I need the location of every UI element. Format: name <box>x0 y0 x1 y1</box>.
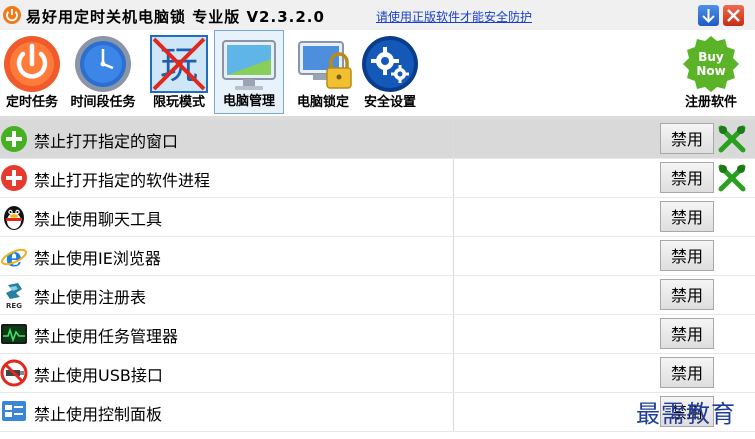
title-bar: 易好用定时关机电脑锁 专业版 V2.3.2.0 请使用正版软件才能安全防护 <box>0 0 755 30</box>
rule-text: 禁止使用IE浏览器 <box>34 249 161 268</box>
gear-icon <box>362 36 418 92</box>
add-icon <box>1 165 27 191</box>
list-item[interactable]: e 禁止使用IE浏览器 禁用 <box>0 237 755 276</box>
tools-delete-icon[interactable] <box>717 163 747 193</box>
rule-text: 禁止使用控制面板 <box>34 405 163 424</box>
list-item[interactable]: REG 禁止使用注册表 禁用 <box>0 276 755 315</box>
tab-label: 电脑管理 <box>222 94 275 109</box>
disable-button[interactable]: 禁用 <box>660 357 714 388</box>
disable-button[interactable]: 禁用 <box>660 318 714 349</box>
registry-icon: REG <box>6 283 22 309</box>
tab-security-settings[interactable]: 安全设置 <box>358 30 422 114</box>
minimize-button[interactable] <box>698 5 719 26</box>
tab-label: 注册软件 <box>684 95 737 110</box>
tab-period-task[interactable]: 时间段任务 <box>66 30 140 114</box>
rule-text: 禁止使用任务管理器 <box>34 327 179 346</box>
arrow-down-icon <box>702 9 715 23</box>
list-item[interactable]: 禁止使用聊天工具 禁用 <box>0 198 755 237</box>
list-item[interactable]: 禁止使用USB接口 禁用 <box>0 354 755 393</box>
tab-label: 时间段任务 <box>70 95 136 110</box>
disable-button[interactable]: 禁用 <box>660 162 714 193</box>
monitor-icon <box>222 40 276 90</box>
column-divider <box>453 276 454 314</box>
tools-delete-icon[interactable] <box>717 124 747 154</box>
no-play-icon: 玩 <box>150 35 208 93</box>
tab-label: 定时任务 <box>5 95 58 110</box>
control-panel-icon <box>2 401 26 421</box>
disable-button[interactable]: 禁用 <box>660 240 714 271</box>
ie-icon: e <box>1 243 27 270</box>
list-item[interactable]: 禁止打开指定的窗口 禁用 <box>0 120 755 159</box>
column-divider <box>453 354 454 392</box>
rule-text: 禁止打开指定的软件进程 <box>34 171 211 190</box>
tab-label: 限玩模式 <box>152 95 205 110</box>
svg-text:e: e <box>6 243 23 270</box>
list-item[interactable]: 禁止打开指定的软件进程 禁用 <box>0 159 755 198</box>
column-divider <box>453 120 454 158</box>
svg-text:REG: REG <box>6 302 22 309</box>
close-button[interactable] <box>723 5 744 26</box>
lock-computer-icon <box>298 41 352 89</box>
disable-button[interactable]: 禁用 <box>660 279 714 310</box>
column-divider <box>453 237 454 275</box>
add-icon <box>1 126 27 152</box>
column-divider <box>453 159 454 197</box>
task-manager-icon <box>1 324 27 344</box>
tab-label: 安全设置 <box>363 95 416 110</box>
rule-text: 禁止使用USB接口 <box>34 366 163 385</box>
power-icon <box>4 36 60 92</box>
list-item[interactable]: 禁止使用任务管理器 禁用 <box>0 315 755 354</box>
usb-ban-icon <box>0 359 28 387</box>
genuine-software-link[interactable]: 请使用正版软件才能安全防护 <box>376 8 532 25</box>
disable-button[interactable]: 禁用 <box>660 123 714 154</box>
qq-penguin-icon <box>4 206 24 230</box>
rule-list: 禁止打开指定的窗口 禁用 禁止打开指定的软件进程 禁用 禁止使用聊天工具 禁用 … <box>0 120 755 439</box>
tab-label: 电脑锁定 <box>296 95 349 110</box>
column-divider <box>453 393 454 431</box>
svg-text:Buy: Buy <box>698 50 724 64</box>
app-title: 易好用定时关机电脑锁 专业版 V2.3.2.0 <box>26 8 325 26</box>
svg-text:Now: Now <box>696 64 725 78</box>
watermark-text: 最需教育 <box>636 400 736 428</box>
rule-text: 禁止使用聊天工具 <box>34 210 163 229</box>
register-software-button[interactable]: Buy Now 注册软件 <box>678 30 744 114</box>
tab-scheduled-task[interactable]: 定时任务 <box>0 30 64 114</box>
clock-icon <box>75 36 131 92</box>
tab-computer-management[interactable]: 电脑管理 <box>214 30 284 114</box>
tab-computer-lock[interactable]: 电脑锁定 <box>290 30 356 114</box>
column-divider <box>453 198 454 236</box>
main-toolbar: 定时任务 时间段任务 玩 限玩模式 电脑管理 <box>0 30 755 116</box>
buy-now-icon: Buy Now <box>683 36 739 92</box>
column-divider <box>453 315 454 353</box>
close-icon <box>727 9 740 22</box>
rule-text: 禁止使用注册表 <box>34 288 147 307</box>
tab-limit-play[interactable]: 玩 限玩模式 <box>146 30 212 114</box>
power-app-icon <box>3 6 21 24</box>
disable-button[interactable]: 禁用 <box>660 201 714 232</box>
rule-text: 禁止打开指定的窗口 <box>34 132 179 151</box>
